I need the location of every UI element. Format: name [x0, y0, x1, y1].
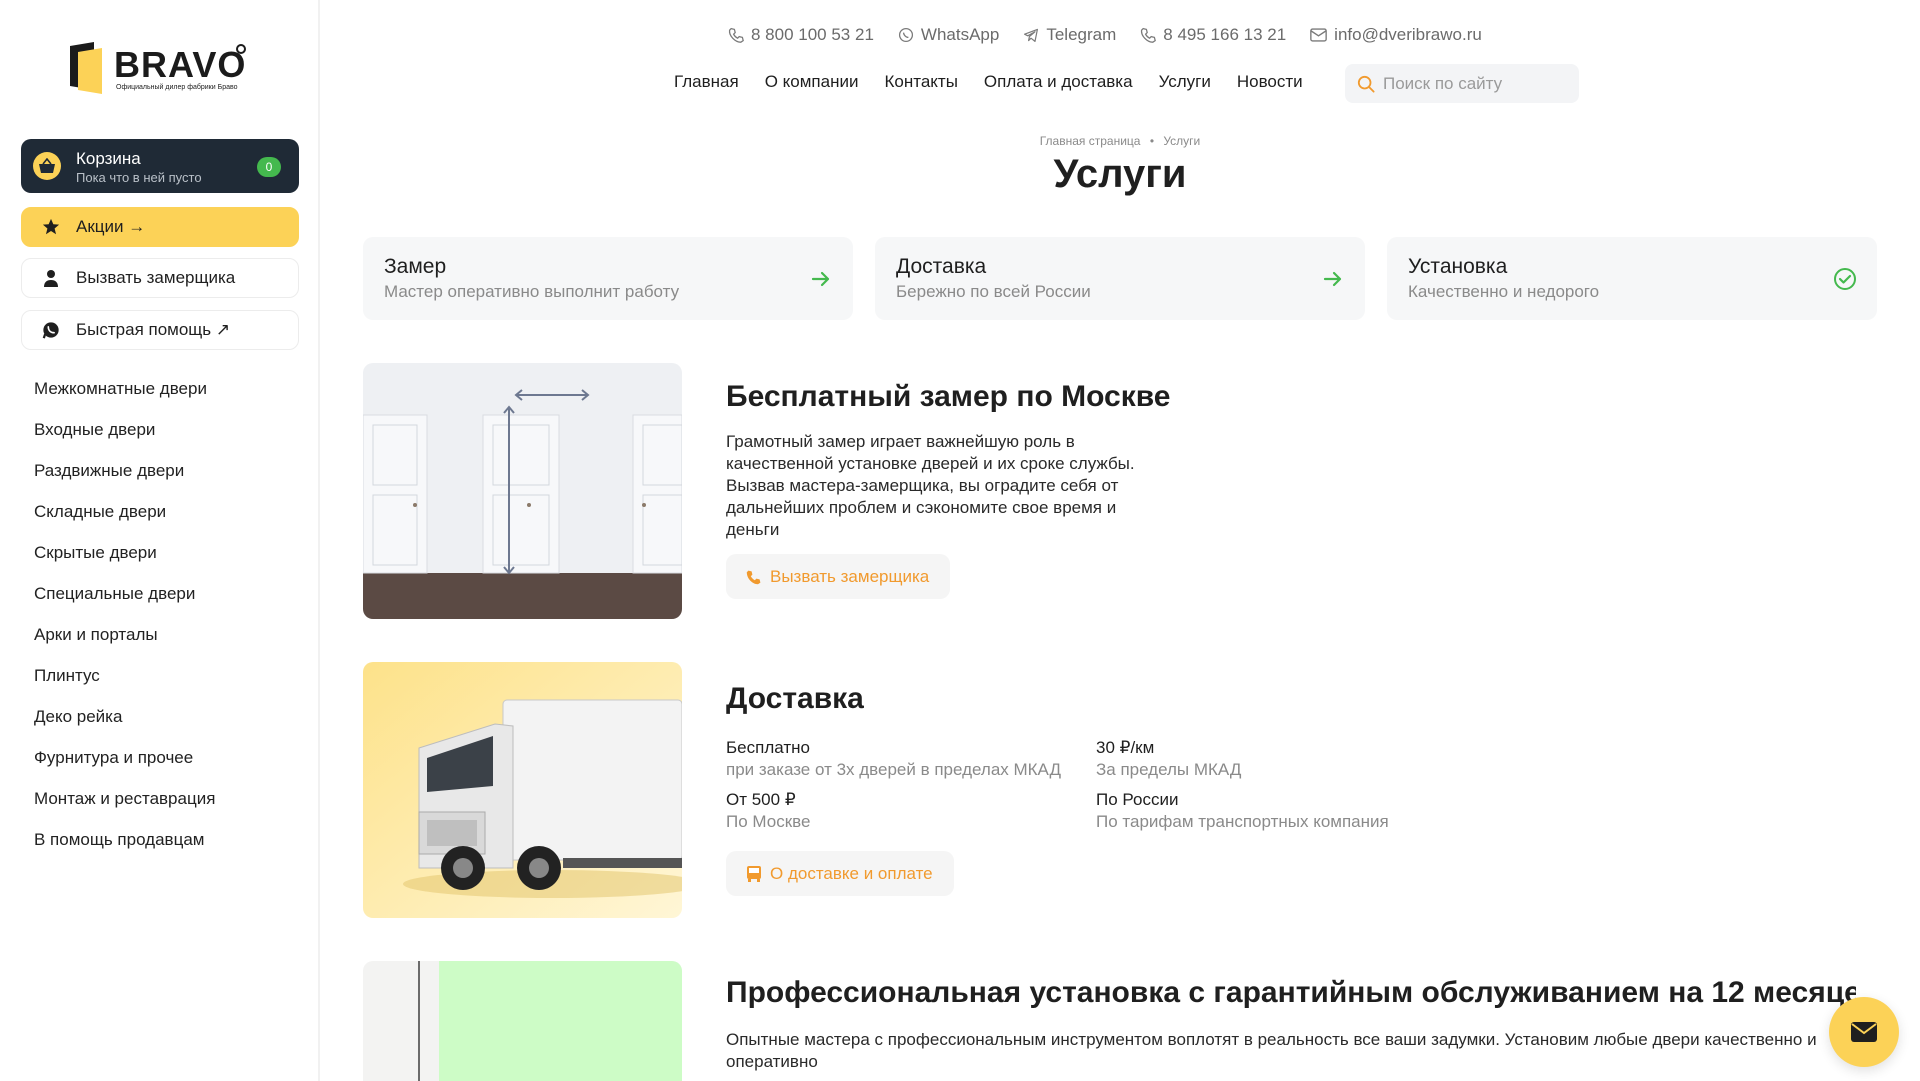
nav-news[interactable]: Новости	[1237, 72, 1303, 92]
menu-item[interactable]: Монтаж и реставрация	[34, 788, 215, 829]
quick-help-label: Быстрая помощь ↗	[76, 320, 231, 339]
service-subtitle: Качественно и недорого	[1408, 282, 1600, 301]
check-circle-icon	[1834, 268, 1856, 290]
service-title: Установка	[1408, 255, 1508, 278]
doors-image	[363, 363, 682, 619]
menu-item[interactable]: Специальные двери	[34, 583, 215, 624]
delivery-item-value: 30 ₽/км	[1096, 738, 1155, 757]
phone-2-text: 8 495 166 13 21	[1163, 25, 1287, 44]
delivery-item-note: По Москве	[726, 812, 811, 831]
phone-call-icon	[746, 570, 761, 584]
phone-link-1[interactable]: 8 800 100 53 21	[728, 25, 874, 45]
phone-1-text: 8 800 100 53 21	[751, 25, 874, 44]
delivery-title: Доставка	[726, 682, 864, 715]
nav-contacts[interactable]: Контакты	[884, 72, 957, 92]
arrow-right-icon	[811, 271, 830, 287]
delivery-item-note: За пределы МКАД	[1096, 760, 1242, 779]
brand-name: BRAVO	[114, 44, 247, 85]
brand-degree-mark	[236, 44, 246, 54]
phone-link-2[interactable]: 8 495 166 13 21	[1140, 25, 1286, 45]
install-image	[363, 961, 682, 1081]
contact-bar: 8 800 100 53 21 WhatsApp Telegram 8 495 …	[728, 25, 1482, 45]
nav-about[interactable]: О компании	[765, 72, 859, 92]
contact-fab-button[interactable]	[1829, 997, 1899, 1067]
telegram-text: Telegram	[1046, 25, 1117, 44]
whatsapp-icon	[40, 321, 62, 339]
breadcrumb: Главная страница • Услуги	[0, 134, 1920, 148]
service-subtitle: Мастер оперативно выполнит работу	[384, 282, 680, 301]
delivery-item-note: По тарифам транспортных компания	[1096, 812, 1389, 831]
measure-text: Грамотный замер играет важнейшую роль в …	[726, 432, 1135, 539]
delivery-item-value: Бесплатно	[726, 738, 810, 757]
call-measurer-button[interactable]: Вызвать замерщика	[21, 258, 299, 298]
delivery-item-russia: По России По тарифам транспортных компан…	[1096, 789, 1389, 833]
install-text: Опытные мастера с профессиональным инстр…	[726, 1030, 1817, 1071]
menu-item[interactable]: Складные двери	[34, 501, 215, 542]
email-text: info@dveribrawo.ru	[1334, 25, 1482, 44]
install-title: Профессиональная установка с гарантийным…	[726, 976, 1856, 1009]
delivery-item-note: при заказе от 3х дверей в пределах МКАД	[726, 760, 1061, 779]
mail-icon	[1310, 28, 1328, 42]
call-measurer-label: Вызвать замерщика	[76, 268, 236, 287]
service-title: Замер	[384, 255, 447, 278]
menu-item[interactable]: Плинтус	[34, 665, 215, 706]
email-link[interactable]: info@dveribrawo.ru	[1310, 25, 1482, 45]
catalog-menu: Межкомнатные двери Входные двери Раздвиж…	[34, 378, 215, 870]
whatsapp-text: WhatsApp	[920, 25, 1000, 44]
bus-icon	[747, 865, 761, 882]
star-icon	[40, 218, 62, 236]
menu-item[interactable]: Раздвижные двери	[34, 460, 215, 501]
breadcrumb-current: Услуги	[1163, 134, 1201, 148]
telegram-icon	[1024, 28, 1039, 42]
user-icon	[40, 269, 62, 287]
brand-logo[interactable]: BRAVO Официальный дилер фабрики Браво	[68, 40, 258, 100]
breadcrumb-home[interactable]: Главная страница	[1040, 134, 1141, 148]
search-box[interactable]	[1345, 64, 1579, 103]
call-measurer-cta-label: Вызвать замерщика	[770, 566, 930, 586]
nav-home[interactable]: Главная	[674, 72, 739, 92]
telegram-link[interactable]: Telegram	[1023, 25, 1116, 45]
phone-icon	[728, 27, 744, 43]
whatsapp-outline-icon	[898, 27, 913, 43]
main-nav: Главная О компании Контакты Оплата и дос…	[674, 72, 1303, 92]
call-measurer-cta[interactable]: Вызвать замерщика	[726, 554, 951, 599]
menu-item[interactable]: В помощь продавцам	[34, 829, 215, 870]
nav-payment-delivery[interactable]: Оплата и доставка	[984, 72, 1133, 92]
search-input[interactable]	[1383, 73, 1573, 94]
service-title: Доставка	[896, 255, 987, 278]
menu-item[interactable]: Межкомнатные двери	[34, 378, 215, 419]
service-card-install[interactable]: Установка Качественно и недорого	[1387, 237, 1877, 320]
delivery-info-label: О доставке и оплате	[770, 863, 933, 883]
quick-help-button[interactable]: Быстрая помощь ↗	[21, 310, 299, 350]
mail-icon	[1851, 1022, 1877, 1042]
arrow-right-icon	[1323, 271, 1342, 287]
menu-item[interactable]: Входные двери	[34, 419, 215, 460]
delivery-item-value: По России	[1096, 790, 1179, 809]
logo-door-icon	[70, 42, 102, 94]
truck-image	[363, 662, 682, 918]
promo-button[interactable]: Акции →	[21, 207, 299, 247]
menu-item[interactable]: Скрытые двери	[34, 542, 215, 583]
menu-item[interactable]: Фурнитура и прочее	[34, 747, 215, 788]
nav-services[interactable]: Услуги	[1159, 72, 1211, 92]
delivery-item-per-km: 30 ₽/км За пределы МКАД	[1096, 737, 1241, 781]
delivery-item-moscow: От 500 ₽ По Москве	[726, 789, 810, 833]
phone-icon	[1141, 27, 1157, 43]
whatsapp-link[interactable]: WhatsApp	[898, 25, 999, 45]
menu-item[interactable]: Арки и порталы	[34, 624, 215, 665]
service-subtitle: Бережно по всей России	[896, 282, 1091, 301]
service-card-delivery[interactable]: Доставка Бережно по всей России	[875, 237, 1365, 320]
service-card-measure[interactable]: Замер Мастер оперативно выполнит работу	[363, 237, 853, 320]
search-icon	[1357, 75, 1375, 93]
delivery-item-value: От 500 ₽	[726, 790, 796, 809]
page-title: Услуги	[1053, 152, 1187, 196]
delivery-item-free: Бесплатно при заказе от 3х дверей в пред…	[726, 737, 1061, 781]
measure-title: Бесплатный замер по Москве	[726, 380, 1171, 413]
breadcrumb-separator: •	[1149, 134, 1155, 148]
brand-tagline: Официальный дилер фабрики Браво	[116, 84, 238, 91]
delivery-info-button[interactable]: О доставке и оплате	[726, 851, 954, 896]
promo-label: Акции →	[76, 217, 146, 236]
menu-item[interactable]: Деко рейка	[34, 706, 215, 747]
